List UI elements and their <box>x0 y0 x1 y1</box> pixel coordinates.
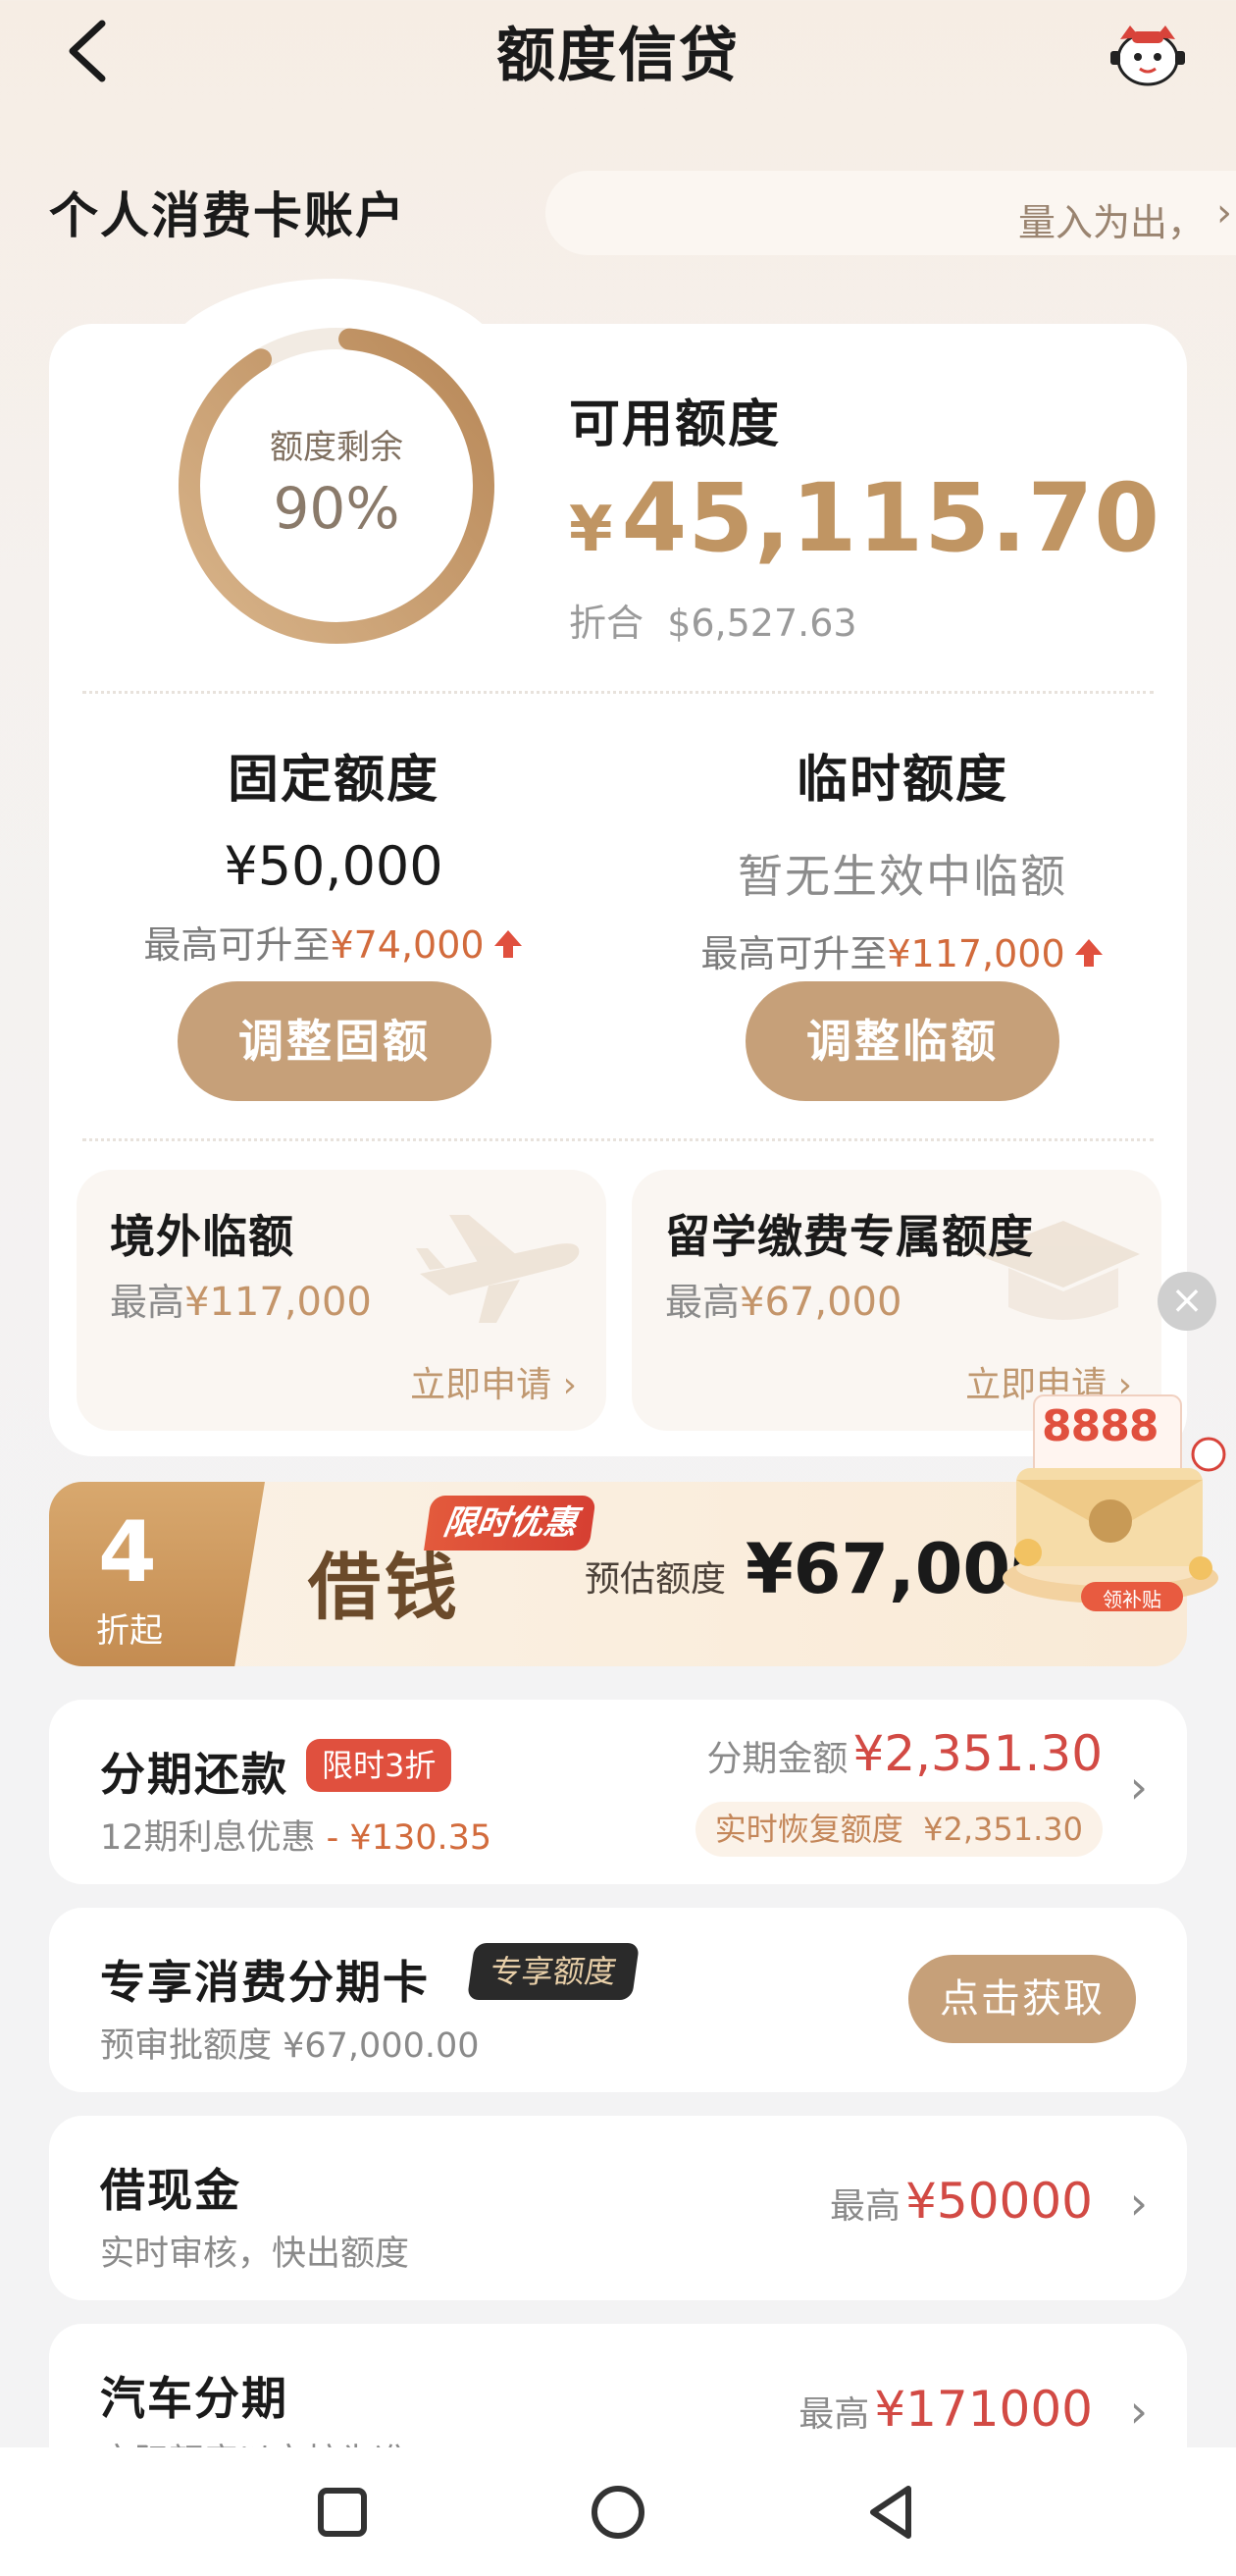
account-title: 个人消费卡账户 <box>49 187 406 244</box>
card-title: 专享消费分期卡 <box>100 1956 430 2009</box>
divider <box>82 1138 1154 1141</box>
card-title: 汽车分期 <box>100 2372 288 2425</box>
converted-amount: 折合 $6,527.63 <box>569 602 857 645</box>
exclusive-quota-badge: 专享额度 <box>466 1943 641 2000</box>
fixed-quota-title: 固定额度 <box>227 751 439 810</box>
available-quota-label: 可用额度 <box>569 395 782 454</box>
arrow-up-icon <box>1074 939 1103 967</box>
installment-repay-card[interactable]: 分期还款 限时3折 12期利息优惠 - ¥130.35 分期金额 ¥2,351.… <box>49 1700 1187 1884</box>
cash-loan-card[interactable]: 借现金 实时审核，快出额度 最高 ¥50000 › <box>49 2116 1187 2300</box>
card-title: 留学缴费专属额度 <box>665 1210 1034 1263</box>
card-max: 最高¥117,000 <box>110 1280 372 1325</box>
airplane-icon <box>416 1215 580 1323</box>
fixed-quota-value: ¥50,000 <box>224 835 443 897</box>
adjust-temp-quota-button[interactable]: 调整临额 <box>746 981 1059 1101</box>
discount-suffix: 折起 <box>96 1611 163 1651</box>
temp-quota-value: 暂无生效中临额 <box>738 850 1067 903</box>
card-title: 借现金 <box>100 2164 241 2217</box>
temp-quota-title: 临时额度 <box>796 751 1008 810</box>
exclusive-installment-card[interactable]: 专享消费分期卡 专享额度 预审批额度 ¥67,000.00 点击获取 <box>49 1908 1187 2092</box>
limited-offer-badge: 限时优惠 <box>424 1496 596 1551</box>
max-amount: 最高 ¥171000 <box>798 2381 1093 2438</box>
slogan-text: 量入为出， <box>1017 201 1205 244</box>
fixed-quota-max: 最高可升至¥74,000 <box>49 915 618 969</box>
pre-approved-quota: 预审批额度 ¥67,000.00 <box>100 2026 480 2066</box>
slogan-banner[interactable]: 量入为出， › <box>545 171 1236 255</box>
card-title: 分期还款 <box>100 1748 288 1801</box>
estimate-label: 预估额度 <box>585 1559 727 1600</box>
square-icon[interactable] <box>307 2477 378 2548</box>
promo-label: 领补贴 <box>1103 1588 1161 1611</box>
get-button[interactable]: 点击获取 <box>908 1955 1136 2043</box>
discount-number: 4 <box>98 1503 157 1602</box>
card-subtitle: 实时审核，快出额度 <box>100 2234 410 2274</box>
circle-icon[interactable] <box>583 2477 653 2548</box>
restore-quota-pill: 实时恢复额度 ¥2,351.30 <box>695 1802 1103 1857</box>
triangle-back-icon[interactable] <box>857 2477 928 2548</box>
interest-discount: 12期利息优惠 - ¥130.35 <box>100 1818 492 1858</box>
system-navbar <box>0 2447 1236 2576</box>
page-title: 额度信贷 <box>496 22 740 90</box>
chevron-right-icon: › <box>1129 1761 1148 1814</box>
close-icon[interactable]: × <box>1158 1272 1216 1331</box>
arrow-up-icon <box>493 930 522 958</box>
ring-percent: 90% <box>273 475 400 542</box>
available-quota-amount: ¥45,115.70 <box>569 463 1161 573</box>
installment-amount: 分期金额 ¥2,351.30 <box>706 1725 1103 1782</box>
overseas-temp-quota-card[interactable]: 境外临额 最高¥117,000 立即申请 › <box>77 1170 606 1431</box>
max-amount: 最高 ¥50000 <box>830 2173 1093 2230</box>
discount-badge: 限时3折 <box>306 1739 452 1792</box>
adjust-fixed-quota-button[interactable]: 调整固额 <box>178 981 491 1101</box>
mascot-avatar-icon[interactable] <box>1107 18 1189 88</box>
chevron-right-icon: › <box>1216 190 1232 236</box>
divider <box>82 691 1154 694</box>
chevron-right-icon: › <box>1129 2177 1148 2230</box>
promo-amount: 8888 <box>1042 1401 1159 1451</box>
ring-label: 额度剩余 <box>270 428 403 467</box>
temp-quota-section: 临时额度 暂无生效中临额 最高可升至¥117,000 <box>618 738 1187 977</box>
card-title: 境外临额 <box>110 1210 294 1263</box>
subsidy-promo-float[interactable]: 8888 领补贴 <box>995 1386 1236 1621</box>
card-max: 最高¥67,000 <box>665 1280 902 1325</box>
apply-link[interactable]: 立即申请 › <box>410 1356 577 1407</box>
temp-quota-max: 最高可升至¥117,000 <box>618 923 1187 977</box>
chevron-right-icon: › <box>1129 2385 1148 2438</box>
fixed-quota-section: 固定额度 ¥50,000 最高可升至¥74,000 <box>49 738 618 969</box>
